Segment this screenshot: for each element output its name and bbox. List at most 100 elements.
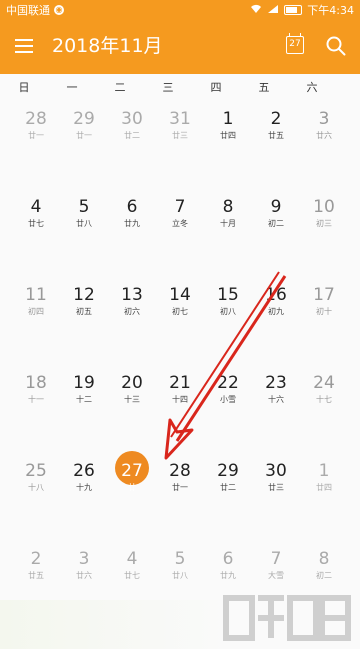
- lunar-date: 初三: [316, 219, 332, 228]
- day-cell[interactable]: 29 廿二: [204, 460, 252, 493]
- day-number: 15: [217, 285, 239, 305]
- day-cell[interactable]: 7 大雪: [252, 548, 300, 581]
- lunar-date: 廿七: [28, 219, 44, 228]
- day-number: 13: [121, 285, 143, 305]
- lunar-date: 廿九: [220, 571, 236, 580]
- day-number: 18: [25, 373, 47, 393]
- day-cell[interactable]: 28 廿一: [156, 460, 204, 493]
- lunar-date: 初八: [220, 307, 236, 316]
- day-cell[interactable]: 10 初三: [300, 196, 348, 229]
- lunar-date: 廿四: [220, 131, 236, 140]
- day-cell[interactable]: 24 十七: [300, 372, 348, 405]
- weekday-label: 六: [306, 81, 318, 94]
- search-icon[interactable]: [326, 36, 346, 56]
- day-cell[interactable]: 28 廿一: [12, 108, 60, 141]
- lunar-date: 初六: [124, 307, 140, 316]
- battery-icon: [284, 5, 303, 15]
- day-cell[interactable]: 23 十六: [252, 372, 300, 405]
- day-cell[interactable]: 6 廿九: [108, 196, 156, 229]
- week-row: 4 廿七 5 廿八 6 廿九 7 立冬 8 十月 9 初二 10 初三: [0, 190, 360, 278]
- lunar-date: 廿一: [28, 131, 44, 140]
- day-number: 31: [169, 109, 191, 129]
- day-cell[interactable]: 14 初七: [156, 284, 204, 317]
- day-number: 16: [265, 285, 287, 305]
- day-number: 14: [169, 285, 191, 305]
- lunar-date: 廿四: [316, 483, 332, 492]
- day-cell[interactable]: 11 初四: [12, 284, 60, 317]
- lunar-date: 十八: [28, 483, 44, 492]
- menu-icon[interactable]: [15, 39, 33, 53]
- lunar-date: 廿八: [76, 219, 92, 228]
- week-row: 11 初四 12 初五 13 初六 14 初七 15 初八 16 初九 17 初十: [0, 278, 360, 366]
- day-cell[interactable]: 15 初八: [204, 284, 252, 317]
- lunar-date: 廿五: [268, 131, 284, 140]
- week-row: 28 廿一 29 廿一 30 廿二 31 廿三 1 廿四 2 廿五 3 廿六: [0, 102, 360, 190]
- day-cell[interactable]: 13 初六: [108, 284, 156, 317]
- day-cell[interactable]: 31 廿三: [156, 108, 204, 141]
- lunar-date: 廿: [128, 483, 136, 492]
- day-cell[interactable]: 7 立冬: [156, 196, 204, 229]
- day-cell[interactable]: 20 十三: [108, 372, 156, 405]
- lunar-date: 廿八: [172, 571, 188, 580]
- day-cell[interactable]: 16 初九: [252, 284, 300, 317]
- weekday-label: 二: [114, 81, 126, 94]
- day-cell[interactable]: 9 初二: [252, 196, 300, 229]
- day-number: 20: [121, 373, 143, 393]
- day-cell[interactable]: 4 廿七: [108, 548, 156, 581]
- day-cell[interactable]: 22 小雪: [204, 372, 252, 405]
- bottom-fade: [0, 600, 230, 649]
- lunar-date: 初二: [268, 219, 284, 228]
- day-cell[interactable]: 12 初五: [60, 284, 108, 317]
- day-cell[interactable]: 30 廿二: [108, 108, 156, 141]
- day-number: 23: [265, 373, 287, 393]
- day-cell[interactable]: 21 十四: [156, 372, 204, 405]
- lunar-date: 廿一: [172, 483, 188, 492]
- lunar-date: 立冬: [172, 219, 188, 228]
- day-cell[interactable]: 2 廿五: [252, 108, 300, 141]
- wifi-icon: [250, 4, 262, 17]
- week-row: 25 十八 26 十九 27 廿 28 廿一 29 廿二 30 廿三 1 廿四: [0, 451, 360, 542]
- day-number: 6: [126, 197, 138, 217]
- day-cell[interactable]: 8 十月: [204, 196, 252, 229]
- day-cell[interactable]: 19 十二: [60, 372, 108, 405]
- day-cell[interactable]: 30 廿三: [252, 460, 300, 493]
- day-number: 8: [222, 197, 234, 217]
- day-number: 25: [25, 461, 47, 481]
- lunar-date: 廿七: [124, 571, 140, 580]
- day-number: 5: [174, 549, 186, 569]
- day-cell[interactable]: 5 廿八: [60, 196, 108, 229]
- day-number: 27: [121, 461, 143, 481]
- day-number: 7: [270, 549, 282, 569]
- lunar-date: 小雪: [220, 395, 236, 404]
- day-cell[interactable]: 4 廿七: [12, 196, 60, 229]
- week-row: 18 十一 19 十二 20 十三 21 十四 22 小雪 23 十六 24 十七: [0, 366, 360, 454]
- lunar-date: 十六: [268, 395, 284, 404]
- day-cell[interactable]: 26 十九: [60, 460, 108, 493]
- day-cell[interactable]: 3 廿六: [60, 548, 108, 581]
- day-number: 24: [313, 373, 335, 393]
- day-cell[interactable]: 1 廿四: [204, 108, 252, 141]
- day-cell[interactable]: 2 廿五: [12, 548, 60, 581]
- day-cell[interactable]: 8 初二: [300, 548, 348, 581]
- day-cell[interactable]: 6 廿九: [204, 548, 252, 581]
- day-cell[interactable]: 18 十一: [12, 372, 60, 405]
- lunar-date: 廿九: [124, 219, 140, 228]
- day-number: 9: [270, 197, 282, 217]
- day-cell[interactable]: 29 廿一: [60, 108, 108, 141]
- month-title[interactable]: 2018年11月: [52, 32, 163, 60]
- day-cell[interactable]: 3 廿六: [300, 108, 348, 141]
- lunar-date: 初十: [316, 307, 332, 316]
- day-cell-today[interactable]: 27 廿: [108, 451, 156, 493]
- day-number: 21: [169, 373, 191, 393]
- day-cell[interactable]: 5 廿八: [156, 548, 204, 581]
- calendar-today-icon[interactable]: 27: [286, 33, 304, 54]
- day-number: 3: [78, 549, 90, 569]
- day-cell[interactable]: 17 初十: [300, 284, 348, 317]
- notification-icon: ◉: [54, 5, 64, 15]
- weekday-label: 一: [66, 81, 78, 94]
- day-cell[interactable]: 25 十八: [12, 460, 60, 493]
- lunar-date: 廿一: [76, 131, 92, 140]
- day-cell[interactable]: 1 廿四: [300, 460, 348, 493]
- lunar-date: 大雪: [268, 571, 284, 580]
- watermark-logo: [223, 595, 351, 641]
